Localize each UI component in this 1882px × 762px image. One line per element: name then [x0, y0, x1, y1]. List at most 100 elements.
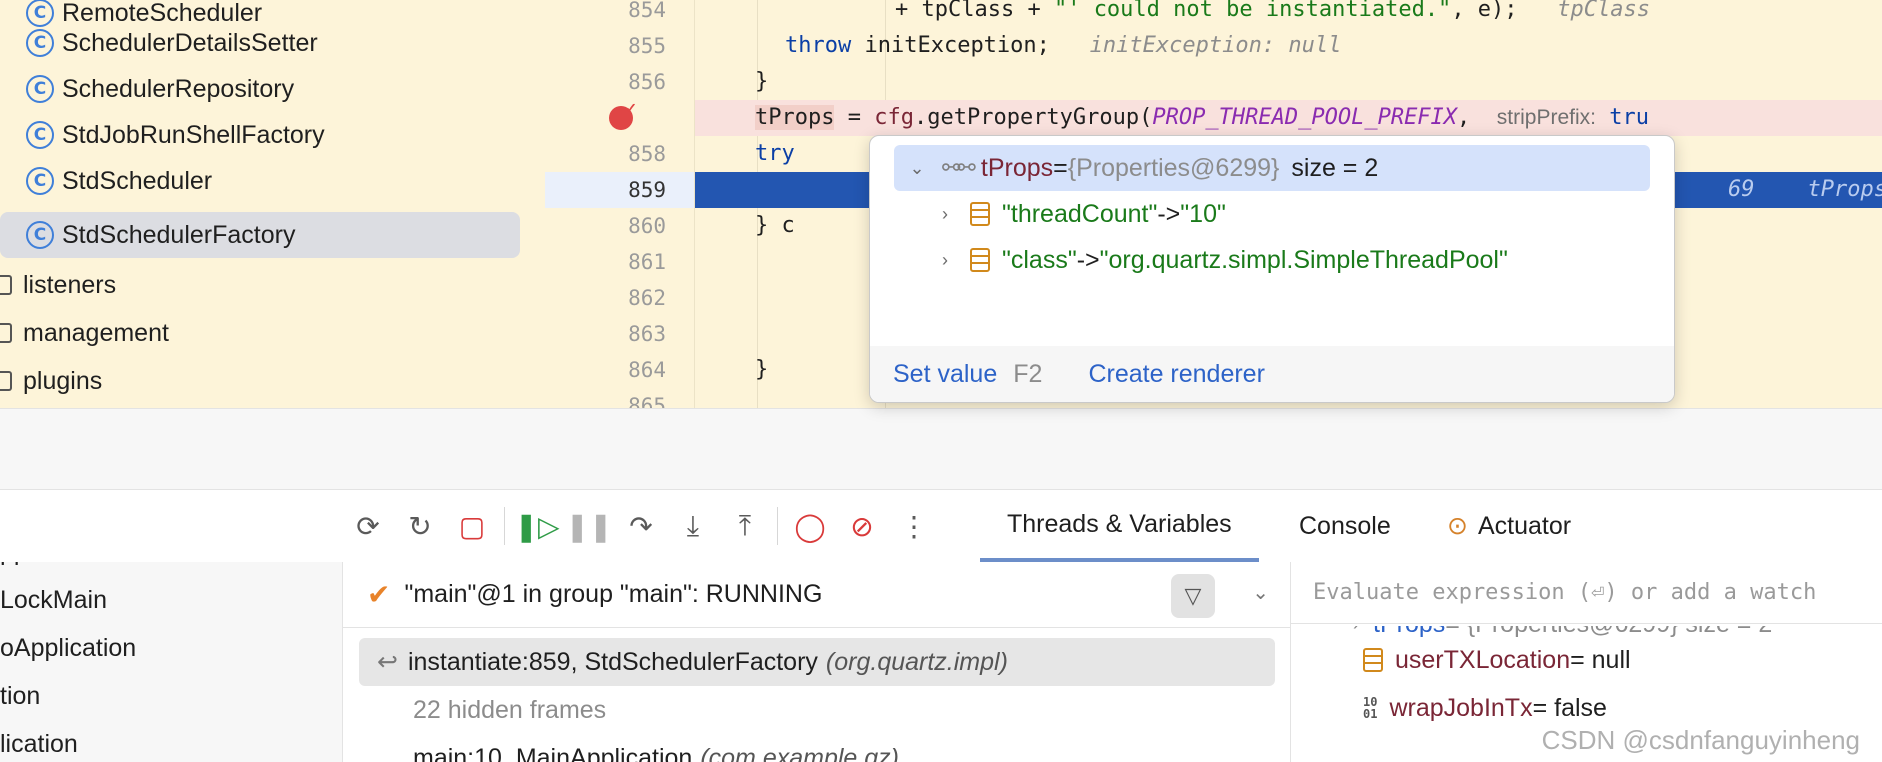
map-entry-icon [970, 202, 990, 226]
chevron-down-icon[interactable]: ⌄ [906, 158, 928, 179]
filter-icon[interactable]: ▽ [1171, 574, 1215, 618]
folder-icon [0, 371, 12, 391]
frame-package: (org.quartz.impl) [825, 647, 1008, 676]
popup-child-node[interactable]: › "threadCount" -> "10" [934, 191, 1226, 237]
tree-item-scheduler-details-setter[interactable]: C SchedulerDetailsSetter [0, 20, 318, 66]
watermark: CSDN @csdnfanguyinheng [1541, 725, 1860, 755]
popup-equals: = [1053, 153, 1068, 182]
class-icon: C [26, 167, 54, 195]
chevron-down-icon[interactable]: ⌄ [1252, 580, 1269, 605]
create-renderer-link[interactable]: Create renderer [1088, 360, 1264, 389]
frame-row[interactable]: ↩ instantiate:859, StdSchedulerFactory (… [359, 638, 1275, 686]
list-item[interactable]: tion [0, 672, 40, 720]
debug-tool-window: ⟳ ↻ ▢ ❚▷ ❚❚ ↷ ⤓ ⤒ ◯ ⊘ ⋮ Threads & Variab… [0, 490, 1882, 762]
list-item[interactable]: oApplication [0, 624, 136, 672]
step-over-icon[interactable]: ↷ [615, 500, 667, 552]
thread-label: "main"@1 in group "main": RUNNING [404, 580, 823, 608]
entry-value: "10" [1180, 199, 1226, 228]
popup-var-size: size = 2 [1291, 153, 1379, 182]
resume-icon[interactable]: ❚▷ [511, 500, 563, 552]
rerun-debug-icon[interactable]: ↻ [394, 500, 446, 552]
entry-arrow: -> [1076, 245, 1100, 274]
field-icon [1363, 648, 1383, 672]
return-arrow-icon: ↩ [377, 648, 398, 676]
tab-actuator[interactable]: ⊙ Actuator [1420, 490, 1598, 562]
line-number: 863 [628, 322, 666, 346]
class-icon: C [26, 29, 54, 57]
code-line-857: tProps = cfg.getPropertyGroup(PROP_THREA… [695, 100, 1882, 136]
map-entry-icon [970, 248, 990, 272]
frame-row[interactable]: main:10, MainApplication (com.example.qz… [359, 734, 1275, 762]
more-icon[interactable]: ⋮ [888, 500, 940, 552]
tree-item-std-scheduler-factory[interactable]: C StdSchedulerFactory [0, 212, 520, 258]
step-out-icon[interactable]: ⤒ [719, 500, 771, 552]
popup-child-node[interactable]: › "class" -> "org.quartz.simpl.SimpleThr… [934, 237, 1508, 283]
tree-folder-management[interactable]: management [0, 310, 169, 356]
tree-item-label: StdScheduler [62, 166, 213, 195]
tree-item-std-job-run-shell-factory[interactable]: C StdJobRunShellFactory [0, 112, 325, 158]
line-number: 862 [628, 286, 666, 310]
class-icon: C [26, 75, 54, 103]
code-line-855: throw initException; initException: null [785, 33, 1342, 58]
frame-method: instantiate:859, StdSchedulerFactory [407, 647, 818, 676]
chevron-right-icon[interactable]: › [934, 204, 956, 225]
run-configurations-list: pp LockMain oApplication tion lication [0, 562, 342, 762]
tree-item-label: SchedulerRepository [62, 74, 295, 103]
variable-value: = false [1532, 693, 1607, 722]
watch-glasses-icon: ⚯⚯ [942, 155, 976, 180]
popup-var-name: tProps [980, 153, 1054, 182]
tab-console[interactable]: Console [1272, 490, 1418, 562]
line-number: 861 [628, 250, 666, 274]
tree-item-label: StdJobRunShellFactory [62, 120, 325, 149]
shortcut-hint: F2 [1013, 359, 1043, 388]
tree-folder-listeners[interactable]: listeners [0, 262, 116, 308]
thread-selector[interactable]: ✔ "main"@1 in group "main": RUNNING ▽ ⌄ [343, 562, 1290, 628]
view-breakpoints-icon[interactable]: ◯ [784, 500, 836, 552]
step-into-icon[interactable]: ⤓ [667, 500, 719, 552]
project-tree: C RemoteScheduler C SchedulerDetailsSett… [0, 0, 545, 408]
hidden-frames-label: 22 hidden frames [413, 695, 607, 724]
tab-label: Threads & Variables [1007, 509, 1232, 538]
stop-icon[interactable]: ▢ [446, 500, 498, 552]
tab-label: Console [1299, 511, 1391, 540]
tab-threads-variables[interactable]: Threads & Variables [980, 490, 1259, 562]
frames-panel: ✔ "main"@1 in group "main": RUNNING ▽ ⌄ … [342, 562, 1290, 762]
tree-item-std-scheduler[interactable]: C StdScheduler [0, 158, 212, 204]
tree-item-label: management [23, 318, 169, 347]
list-item[interactable]: pp [0, 562, 28, 576]
evaluate-expression-input[interactable]: Evaluate expression (⏎) or add a watch [1291, 562, 1882, 624]
popup-var-ref: {Properties@6299} [1067, 153, 1280, 182]
breakpoint-icon[interactable]: ✓ [609, 100, 637, 130]
class-icon: C [26, 221, 54, 249]
rerun-icon[interactable]: ⟳ [342, 500, 394, 552]
mute-breakpoints-icon[interactable]: ⊘ [836, 500, 888, 552]
hidden-frames-row[interactable]: 22 hidden frames [359, 686, 1275, 734]
editor-gutter[interactable]: 854 855 856 ✓ 858 859 860 861 862 863 86… [545, 0, 695, 408]
list-item[interactable]: lication [0, 720, 78, 762]
chevron-right-icon[interactable]: › [934, 250, 956, 271]
variable-row[interactable]: userTXLocation = null [1363, 636, 1631, 684]
debug-value-popup[interactable]: ⌄ ⚯⚯ tProps = {Properties@6299} size = 2… [869, 135, 1675, 403]
debug-toolbar: ⟳ ↻ ▢ ❚▷ ❚❚ ↷ ⤓ ⤒ ◯ ⊘ ⋮ [342, 490, 940, 562]
folder-icon [0, 323, 12, 343]
set-value-link[interactable]: Set value [893, 360, 997, 389]
entry-key: "threadCount" [1002, 199, 1158, 228]
tree-item-label: plugins [23, 366, 103, 395]
frame-package: (com.example.qz) [700, 743, 899, 762]
tree-item-scheduler-repository[interactable]: C SchedulerRepository [0, 66, 294, 112]
popup-root-node[interactable]: ⌄ ⚯⚯ tProps = {Properties@6299} size = 2 [894, 145, 1650, 191]
pause-icon[interactable]: ❚❚ [563, 500, 615, 552]
actuator-icon: ⊙ [1447, 512, 1468, 540]
tree-item-label: listeners [23, 270, 117, 299]
line-number: 856 [628, 70, 666, 94]
variable-name: wrapJobInTx [1389, 693, 1533, 722]
line-number: 864 [628, 358, 666, 382]
line-number: 858 [628, 142, 666, 166]
folder-icon [0, 275, 12, 295]
list-item[interactable]: LockMain [0, 576, 107, 624]
tree-folder-plugins[interactable]: plugins [0, 358, 102, 404]
tree-item-label: SchedulerDetailsSetter [62, 28, 318, 57]
toolbar-separator [504, 507, 505, 545]
line-number-current: 859 [545, 172, 694, 208]
class-icon: C [26, 121, 54, 149]
